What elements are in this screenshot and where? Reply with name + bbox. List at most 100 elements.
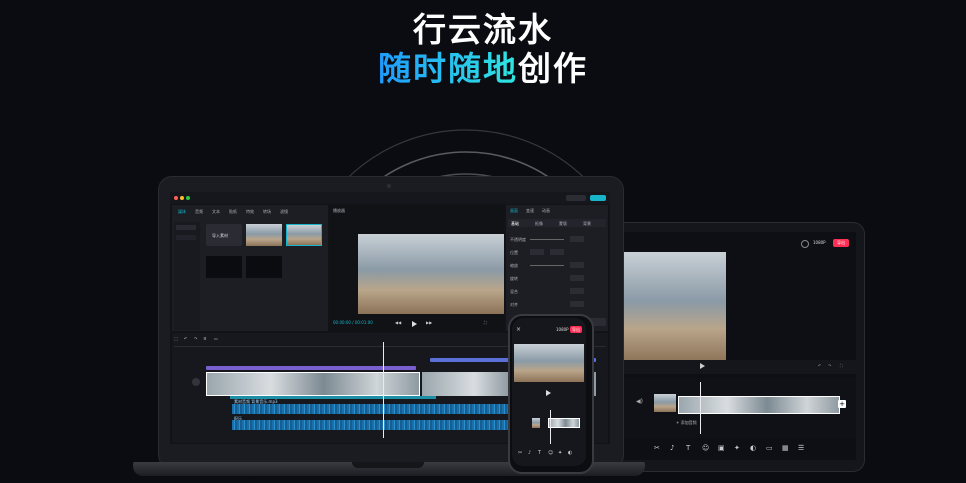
phone-tool-sticker-icon[interactable]: ☺ (548, 450, 553, 456)
tablet-tool-ratio-icon[interactable]: ▭ (766, 444, 773, 452)
media-tab-transition[interactable]: 转场 (263, 209, 271, 215)
tablet-tool-filter-icon[interactable]: ◐ (750, 444, 756, 452)
tablet-playhead[interactable] (700, 382, 701, 434)
tablet-undo-icon[interactable]: ↶ (818, 363, 821, 368)
phone-resolution[interactable]: 1080P (556, 327, 569, 332)
tablet-bottom-toolbar: ✂ ♪ T ☺ ▣ ✦ ◐ ▭ ▦ ☰ (614, 440, 856, 460)
media-tab-effect[interactable]: 特效 (246, 209, 254, 215)
props-subtabs: 基础 抠像 蒙版 背景 (508, 219, 606, 227)
laptop-shortcut-button[interactable] (566, 195, 586, 201)
tablet-fullscreen-icon[interactable]: ⛶ (840, 363, 843, 368)
media-sidebar-item-local[interactable] (176, 225, 196, 230)
prop-scale-slider[interactable] (530, 265, 564, 266)
prop-opacity-slider[interactable] (530, 239, 564, 240)
title-bar (170, 192, 610, 204)
window-minimize-icon[interactable] (180, 196, 184, 200)
headline-rest: 创作 (518, 49, 588, 88)
tablet-volume-icon[interactable]: ◀) (636, 398, 643, 405)
phone-play-icon[interactable] (546, 390, 551, 396)
media-tab-sticker[interactable]: 贴纸 (229, 209, 237, 215)
prop-position-y-input[interactable] (550, 249, 564, 255)
player-prev-icon[interactable]: ◀◀ (395, 320, 401, 325)
player-play-icon[interactable] (412, 321, 417, 327)
media-thumb[interactable] (246, 256, 282, 278)
phone-tool-text-icon[interactable]: T (538, 450, 541, 456)
phone-tool-filter-icon[interactable]: ◐ (568, 450, 572, 456)
phone-tool-effect-icon[interactable]: ✦ (558, 450, 562, 456)
prop-blend-select[interactable] (570, 288, 584, 294)
props-tab-animation[interactable]: 动画 (542, 208, 550, 214)
laptop-notch (352, 462, 424, 468)
props-subtab-basic[interactable]: 基础 (511, 221, 519, 227)
props-tab-picture[interactable]: 画面 (510, 208, 518, 214)
tablet-export-button[interactable]: 导出 (833, 239, 849, 247)
phone-close-icon[interactable]: × (516, 326, 521, 333)
media-tab-audio[interactable]: 音频 (195, 209, 203, 215)
tablet-tool-audio-icon[interactable]: ♪ (670, 444, 674, 452)
prop-rotate-input[interactable] (570, 275, 584, 281)
track-cover-icon[interactable] (192, 378, 200, 386)
phone-bottom-toolbar: ✂ ♪ T ☺ ✦ ◐ (516, 448, 582, 460)
phone-cover-thumb[interactable] (532, 418, 540, 428)
tablet-resolution[interactable]: 1080P (813, 240, 826, 245)
tablet-tool-text-icon[interactable]: T (686, 444, 690, 452)
laptop-export-button[interactable] (590, 195, 606, 201)
redo-icon[interactable]: ↷ (194, 336, 197, 341)
phone-tool-audio-icon[interactable]: ♪ (528, 450, 531, 456)
help-icon[interactable] (801, 240, 809, 248)
undo-icon[interactable]: ↶ (184, 336, 187, 341)
props-tab-speed[interactable]: 变速 (526, 208, 534, 214)
prop-align-select[interactable] (570, 301, 584, 307)
prop-position-x-input[interactable] (530, 249, 544, 255)
media-tab-media[interactable]: 媒体 (178, 209, 186, 215)
prop-opacity-input[interactable] (570, 236, 584, 242)
phone-export-button[interactable]: 导出 (570, 326, 582, 333)
headline-line-2: 随时随地创作 (0, 42, 966, 90)
media-thumb[interactable] (206, 256, 242, 278)
import-media-button[interactable]: 导入素材 (206, 224, 242, 246)
media-thumb[interactable] (246, 224, 282, 246)
player-fullscreen-icon[interactable]: ⛶ (484, 320, 487, 325)
window-maximize-icon[interactable] (186, 196, 190, 200)
split-icon[interactable]: ⌷ (204, 336, 206, 341)
media-tabs: 媒体 音频 文本 贴纸 特效 转场 滤镜 (176, 207, 326, 219)
main-video-clip[interactable] (206, 372, 420, 396)
tablet-tool-bg-icon[interactable]: ▦ (782, 444, 789, 452)
player-next-icon[interactable]: ▶▶ (426, 320, 432, 325)
select-tool-icon[interactable]: ⬚ (174, 336, 178, 341)
tablet-tool-effect-icon[interactable]: ✦ (734, 444, 740, 452)
tablet-video-clip[interactable] (678, 396, 840, 414)
props-subtab-mask[interactable]: 蒙版 (559, 221, 567, 227)
media-sidebar-item-library[interactable] (176, 235, 196, 240)
tablet-cover-thumb[interactable] (654, 394, 676, 412)
tablet-tool-adjust-icon[interactable]: ☰ (798, 444, 804, 452)
effect-track-clip[interactable] (206, 366, 416, 370)
tablet-redo-icon[interactable]: ↷ (828, 363, 831, 368)
props-subtab-background[interactable]: 背景 (583, 221, 591, 227)
timeline-playhead[interactable] (383, 342, 384, 438)
media-thumb[interactable] (286, 224, 322, 246)
props-subtab-keying[interactable]: 抠像 (535, 221, 543, 227)
prop-scale-input[interactable] (570, 262, 584, 268)
tablet-tool-sticker-icon[interactable]: ☺ (702, 444, 709, 452)
tablet-play-icon[interactable] (700, 363, 705, 369)
media-tab-text[interactable]: 文本 (212, 209, 220, 215)
tablet-add-clip-button[interactable]: + (838, 400, 846, 408)
timeline-toolbar: ⬚ ↶ ↷ ⌷ ▭ (174, 335, 234, 342)
phone-playhead[interactable] (550, 410, 551, 444)
phone-video-clip[interactable] (548, 418, 580, 428)
window-close-icon[interactable] (174, 196, 178, 200)
media-tab-filter[interactable]: 滤镜 (280, 209, 288, 215)
import-media-label: 导入素材 (212, 233, 228, 238)
delete-icon[interactable]: ▭ (214, 336, 218, 341)
tablet-tool-cut-icon[interactable]: ✂ (654, 444, 660, 452)
prop-label-scale: 缩放 (510, 263, 518, 268)
phone-screen: × 1080P 导出 ✂ ♪ T ☺ ✦ ◐ (512, 318, 586, 466)
laptop-camera (387, 184, 391, 188)
phone-tool-cut-icon[interactable]: ✂ (518, 450, 522, 456)
player-timecode: 00:00:00 / 00:01:00 (333, 320, 373, 325)
player-title: 播放器 (333, 208, 345, 213)
tablet-tool-pip-icon[interactable]: ▣ (718, 444, 725, 452)
player-preview-video (358, 234, 504, 314)
tablet-add-audio-button[interactable]: + 添加音频 (676, 420, 697, 426)
